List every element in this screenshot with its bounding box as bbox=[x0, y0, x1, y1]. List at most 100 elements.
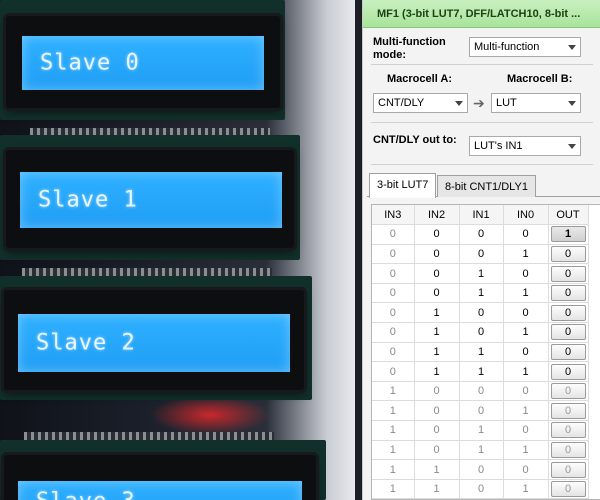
divider bbox=[371, 164, 593, 165]
lcd-photo: Slave 0 Slave 1 Slave 2 Slave 3 bbox=[0, 0, 355, 500]
output-select[interactable]: LUT's IN1 bbox=[469, 136, 581, 156]
input-cell: 0 bbox=[414, 400, 460, 422]
out-toggle-button[interactable]: 0 bbox=[550, 402, 586, 419]
input-cell: 1 bbox=[372, 479, 415, 499]
table-row: 00110 bbox=[372, 283, 589, 304]
macrocell-b-select[interactable]: LUT bbox=[491, 93, 581, 113]
out-toggle-button[interactable]: 0 bbox=[550, 441, 586, 458]
red-led-glow bbox=[150, 395, 270, 435]
table-row: 01010 bbox=[372, 322, 589, 343]
lcd-text: Slave 0 bbox=[40, 50, 140, 76]
lcd-text: Slave 2 bbox=[36, 330, 136, 356]
out-cell: 0 bbox=[548, 263, 589, 284]
input-cell: 1 bbox=[414, 342, 460, 363]
out-cell: 0 bbox=[548, 459, 589, 480]
input-cell: 1 bbox=[503, 479, 549, 499]
table-row: 00010 bbox=[372, 244, 589, 265]
mode-select[interactable]: Multi-function bbox=[469, 37, 581, 57]
input-cell: 0 bbox=[372, 342, 415, 363]
macrocell-a-label: Macrocell A: bbox=[387, 73, 453, 85]
divider bbox=[371, 64, 593, 65]
input-cell: 1 bbox=[459, 263, 504, 284]
out-cell: 0 bbox=[548, 342, 589, 363]
out-cell: 0 bbox=[548, 479, 589, 499]
macrocell-b-label: Macrocell B: bbox=[507, 73, 573, 85]
input-cell: 0 bbox=[459, 381, 504, 402]
table-row: 10100 bbox=[372, 420, 589, 441]
lcd-screen: Slave 0 bbox=[22, 36, 264, 90]
lcd-text: Slave 1 bbox=[38, 187, 138, 213]
out-toggle-button[interactable]: 0 bbox=[550, 363, 586, 380]
input-cell: 1 bbox=[372, 400, 415, 422]
input-cell: 1 bbox=[503, 400, 549, 422]
input-cell: 0 bbox=[503, 224, 549, 245]
out-cell: 0 bbox=[548, 361, 589, 382]
input-cell: 1 bbox=[414, 302, 460, 324]
input-cell: 1 bbox=[459, 420, 504, 441]
out-toggle-button[interactable]: 0 bbox=[550, 324, 586, 341]
out-toggle-button[interactable]: 1 bbox=[550, 226, 586, 243]
input-cell: 1 bbox=[459, 342, 504, 363]
input-cell: 0 bbox=[503, 263, 549, 284]
out-toggle-button[interactable]: 0 bbox=[550, 461, 586, 478]
input-cell: 1 bbox=[414, 459, 460, 480]
input-cell: 0 bbox=[414, 420, 460, 441]
out-toggle-button[interactable]: 0 bbox=[550, 343, 586, 360]
tab-bar: 3-bit LUT7 8-bit CNT1/DLY1 bbox=[367, 173, 600, 198]
arrow-right-icon: ➔ bbox=[473, 95, 485, 111]
lcd-screen: Slave 1 bbox=[20, 172, 282, 228]
out-toggle-button[interactable]: 0 bbox=[550, 481, 586, 498]
lcd-module: Slave 3 bbox=[4, 455, 316, 500]
out-toggle-button[interactable]: 0 bbox=[550, 383, 586, 400]
input-cell: 0 bbox=[372, 244, 415, 265]
out-cell: 1 bbox=[548, 224, 589, 245]
tab-3bit-lut7[interactable]: 3-bit LUT7 bbox=[369, 173, 437, 198]
input-cell: 0 bbox=[503, 381, 549, 402]
out-toggle-button[interactable]: 0 bbox=[550, 304, 586, 321]
macrocell-a-value: CNT/DLY bbox=[378, 97, 425, 109]
out-cell: 0 bbox=[548, 322, 589, 343]
column-header: IN3 bbox=[372, 205, 415, 226]
input-cell: 0 bbox=[414, 263, 460, 284]
input-cell: 0 bbox=[459, 322, 504, 343]
out-toggle-button[interactable]: 0 bbox=[550, 245, 586, 262]
macrocell-a-select[interactable]: CNT/DLY bbox=[373, 93, 468, 113]
input-cell: 0 bbox=[459, 459, 504, 480]
input-cell: 0 bbox=[414, 283, 460, 304]
out-toggle-button[interactable]: 0 bbox=[550, 285, 586, 302]
output-select-value: LUT's IN1 bbox=[474, 140, 523, 152]
input-cell: 0 bbox=[414, 440, 460, 461]
input-cell: 0 bbox=[414, 244, 460, 265]
input-cell: 0 bbox=[372, 283, 415, 304]
input-cell: 1 bbox=[503, 361, 549, 382]
input-cell: 0 bbox=[414, 224, 460, 245]
table-row: 10000 bbox=[372, 381, 589, 402]
out-toggle-button[interactable]: 0 bbox=[550, 265, 586, 282]
out-toggle-button[interactable]: 0 bbox=[550, 422, 586, 439]
lcd-module: Slave 0 bbox=[6, 16, 280, 108]
input-cell: 0 bbox=[459, 302, 504, 324]
out-cell: 0 bbox=[548, 244, 589, 265]
input-cell: 1 bbox=[459, 440, 504, 461]
divider bbox=[371, 122, 593, 123]
input-cell: 1 bbox=[459, 361, 504, 382]
input-cell: 1 bbox=[503, 440, 549, 461]
lcd-text: Slave 3 bbox=[36, 489, 136, 500]
input-cell: 1 bbox=[503, 322, 549, 343]
table-row: 10110 bbox=[372, 440, 589, 461]
out-cell: 0 bbox=[548, 420, 589, 441]
table-row: 11010 bbox=[372, 479, 589, 499]
chevron-down-icon bbox=[455, 101, 463, 106]
input-cell: 1 bbox=[414, 322, 460, 343]
macrocell-b-value: LUT bbox=[496, 97, 517, 109]
chevron-down-icon bbox=[568, 45, 576, 50]
output-label: CNT/DLY out to: bbox=[373, 134, 457, 146]
tab-8bit-cnt1-dly1[interactable]: 8-bit CNT1/DLY1 bbox=[437, 175, 536, 197]
macrocell-properties-panel: MF1 (3-bit LUT7, DFF/LATCH10, 8-bit ... … bbox=[362, 0, 600, 500]
mode-select-value: Multi-function bbox=[474, 41, 540, 53]
input-cell: 1 bbox=[372, 459, 415, 480]
input-cell: 1 bbox=[503, 244, 549, 265]
column-header: IN1 bbox=[459, 205, 504, 226]
lcd-screen: Slave 3 bbox=[18, 481, 302, 500]
input-cell: 1 bbox=[372, 440, 415, 461]
